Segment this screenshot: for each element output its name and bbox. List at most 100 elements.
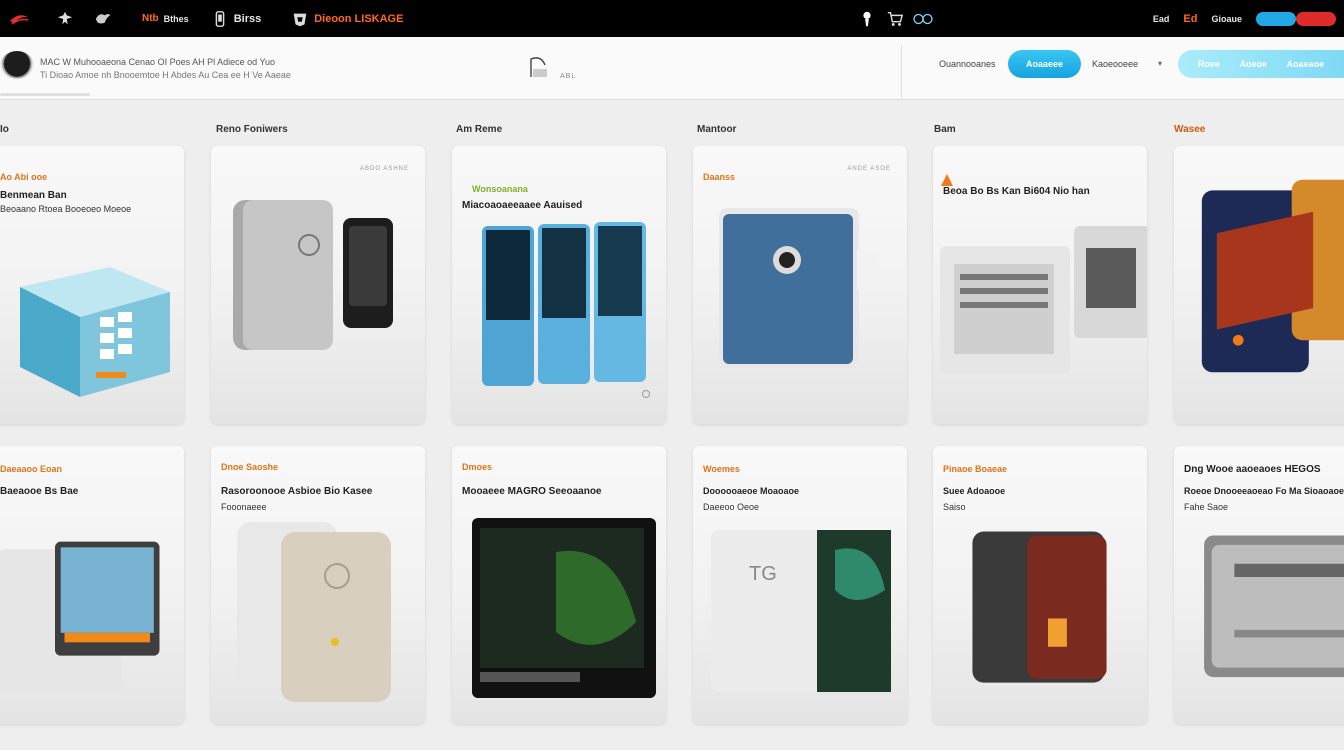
product-image-icon bbox=[233, 200, 393, 350]
card-title: Wonsoanana bbox=[472, 184, 528, 194]
product-image-icon bbox=[482, 222, 646, 386]
card-subtitle: Miacoaoaeeaaee Aauised bbox=[462, 200, 583, 211]
secondary-cta-button[interactable]: Roee Aoeoe Aoaeaoe bbox=[1178, 50, 1344, 78]
category-heading[interactable]: Reno Foniwers bbox=[216, 124, 288, 135]
card-title: Dmoes bbox=[462, 462, 493, 472]
card-title: Daanss bbox=[703, 172, 736, 182]
category-heading[interactable]: Mantoor bbox=[697, 124, 736, 135]
card-subtitle: Suee Adoaooe bbox=[943, 486, 1006, 496]
info-icon[interactable] bbox=[642, 390, 650, 398]
card-title: Woemes bbox=[703, 464, 740, 474]
card-subtitle: Baeaooe Bs Bae bbox=[0, 486, 79, 497]
top-nav: Ntb Bthes Birss Dieoon LISKAGE bbox=[0, 0, 403, 37]
top-nav-bar: Ntb Bthes Birss Dieoon LISKAGE Ead Ed Gi… bbox=[0, 0, 1344, 37]
nav-item-phone[interactable]: Birss bbox=[211, 10, 262, 28]
product-card[interactable]: Wonsoanana Miacoaoaeeaaee Aauised bbox=[452, 146, 666, 424]
help-label[interactable]: Ed bbox=[1183, 13, 1197, 25]
card-meta: ABDO ASHNE bbox=[359, 166, 409, 172]
header-link[interactable]: Ouannooanes bbox=[939, 59, 996, 69]
nav-item-ntb[interactable]: Ntb Bthes bbox=[142, 13, 189, 24]
primary-cta-button[interactable]: Aoaaeee bbox=[1008, 50, 1081, 78]
card-line: Fahe Saoe bbox=[1184, 502, 1229, 512]
toggle-switch-icon[interactable] bbox=[1256, 11, 1296, 26]
card-title: Pinaoe Boaeae bbox=[943, 464, 1008, 474]
product-image-icon bbox=[237, 522, 391, 702]
product-image-icon bbox=[719, 208, 875, 368]
product-card[interactable]: Dnoe Saoshe Rasoroonooe Asbioe Bio Kasee… bbox=[211, 446, 425, 724]
center-logo-icon[interactable] bbox=[527, 55, 553, 79]
notification-badge-icon[interactable] bbox=[1296, 11, 1336, 26]
account-icon[interactable] bbox=[908, 10, 938, 28]
badge-logo-icon bbox=[293, 13, 307, 26]
brand-avatar-icon[interactable] bbox=[0, 51, 34, 79]
product-image-icon bbox=[20, 267, 170, 397]
header-underline bbox=[0, 93, 90, 96]
brand-logo-icon bbox=[10, 14, 29, 25]
product-card[interactable]: Daanss ANDE ASOE bbox=[693, 146, 907, 424]
svg-text:TG: TG bbox=[749, 563, 777, 585]
secondary-cta-label: Aoeoe bbox=[1239, 59, 1267, 69]
card-line: Daeeoo Oeoe bbox=[703, 502, 760, 512]
product-card[interactable] bbox=[1174, 146, 1344, 424]
product-image-icon bbox=[972, 531, 1107, 683]
site-header: MAC W Muhooaeona Cenao OI Poes AH Pl Adi… bbox=[0, 37, 1344, 100]
header-link[interactable]: Kaoeooeee bbox=[1092, 59, 1138, 69]
user-icon[interactable] bbox=[858, 10, 876, 28]
product-card[interactable]: Daeaaoo Eoan Baeaooe Bs Bae bbox=[0, 446, 184, 724]
nav-item-badge[interactable]: Dieoon LISKAGE bbox=[291, 10, 403, 28]
card-title: Dng Wooe aaoeaoes HEGOS bbox=[1184, 464, 1321, 475]
product-card[interactable]: Woemes Doooooaeoe Moaoaoe Daeeoo Oeoe TG bbox=[693, 446, 907, 724]
product-card[interactable]: Ao Abi ooe Benmean Ban Beoaano Rtoea Boo… bbox=[0, 146, 184, 424]
region-label[interactable]: Ead bbox=[1153, 14, 1170, 24]
card-title: Daeaaoo Eoan bbox=[0, 464, 63, 474]
card-line: Fooonaeee bbox=[221, 502, 267, 512]
product-card[interactable]: Pinaoe Boaeae Suee Adoaooe Saiso bbox=[933, 446, 1147, 724]
card-line: Beoaano Rtoea Booeoeo Moeoe bbox=[0, 204, 132, 214]
secondary-cta-label: Roee bbox=[1197, 59, 1220, 69]
product-card[interactable]: ABDO ASHNE bbox=[211, 146, 425, 424]
product-card[interactable]: Beoa Bo Bs Kan Bi604 Nio han bbox=[933, 146, 1147, 424]
nav-label: Birss bbox=[233, 12, 262, 25]
language-label[interactable]: Gioaue bbox=[1211, 14, 1242, 24]
header-subtagline: Ti Dioao Amoe nh Bnooemtoe H Abdes Au Ce… bbox=[40, 70, 291, 80]
nav-label: Ntb bbox=[142, 13, 159, 24]
category-heading[interactable]: Wasee bbox=[1174, 124, 1205, 135]
card-line: Saiso bbox=[943, 502, 966, 512]
category-heading[interactable]: Io bbox=[0, 124, 9, 135]
product-card[interactable]: Dng Wooe aaoeaoes HEGOS Roeoe Dnooeeaoea… bbox=[1174, 446, 1344, 724]
card-meta: ANDE ASOE bbox=[847, 166, 891, 172]
product-image-icon bbox=[1204, 535, 1344, 678]
header-tagline: MAC W Muhooaeona Cenao OI Poes AH Pl Adi… bbox=[40, 57, 275, 67]
nav-item-brand[interactable] bbox=[8, 12, 30, 26]
card-subtitle: Doooooaeoe Moaoaoe bbox=[703, 486, 800, 496]
card-subtitle: Rasoroonooe Asbioe Bio Kasee bbox=[221, 486, 373, 497]
nav-item-bird[interactable] bbox=[94, 10, 112, 28]
primary-cta-label: Aoaaeee bbox=[1025, 59, 1064, 69]
tagline-text: MAC W Muhooaeona Cenao OI Poes AH Pl Adi… bbox=[40, 57, 275, 67]
eagle-logo-icon bbox=[57, 11, 73, 24]
phone-icon bbox=[215, 10, 225, 27]
header-divider bbox=[901, 45, 902, 100]
card-subtitle: Benmean Ban bbox=[0, 190, 67, 201]
bird-logo-icon bbox=[95, 13, 111, 23]
card-subtitle: Beoa Bo Bs Kan Bi604 Nio han bbox=[943, 186, 1090, 197]
product-image-icon bbox=[940, 226, 1147, 374]
product-image-icon bbox=[472, 518, 656, 698]
product-image-icon: TG bbox=[711, 530, 891, 692]
nav-item-eagle[interactable] bbox=[56, 10, 74, 28]
center-logo-text: ABL bbox=[560, 73, 577, 80]
nav-label: Bthes bbox=[163, 13, 189, 24]
warning-icon bbox=[941, 174, 953, 186]
card-title: Dnoe Saoshe bbox=[221, 462, 279, 472]
card-title: Ao Abi ooe bbox=[0, 172, 48, 182]
nav-label: Dieoon LISKAGE bbox=[314, 12, 404, 25]
product-card[interactable]: Dmoes Mooaeee MAGRO Seeoaanoe bbox=[452, 446, 666, 724]
cart-icon[interactable] bbox=[886, 10, 904, 28]
chevron-down-icon[interactable]: ▾ bbox=[1158, 59, 1162, 68]
category-heading[interactable]: Bam bbox=[934, 124, 956, 135]
top-nav-center bbox=[858, 0, 938, 37]
product-image-icon bbox=[1201, 179, 1344, 373]
card-subtitle: Mooaeee MAGRO Seeoaanoe bbox=[462, 486, 602, 497]
subtagline-text: Ti Dioao Amoe nh Bnooemtoe H Abdes Au Ce… bbox=[40, 70, 291, 80]
category-heading[interactable]: Am Reme bbox=[456, 124, 502, 135]
